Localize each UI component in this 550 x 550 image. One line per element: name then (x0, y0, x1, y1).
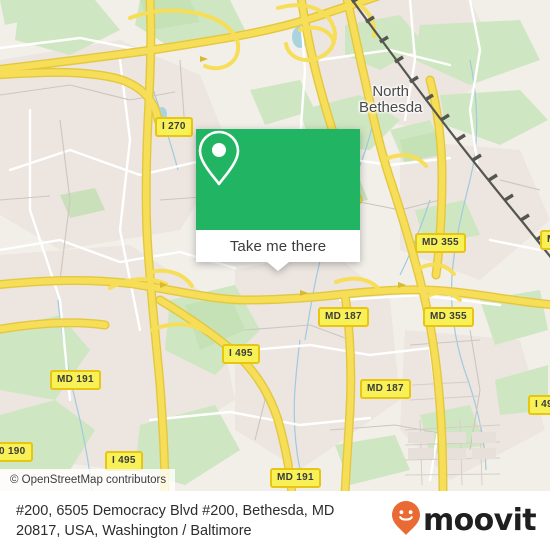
road-shield-md187-upper: MD 187 (318, 307, 369, 327)
destination-popup-card[interactable]: Take me there (196, 129, 360, 271)
moovit-logo[interactable]: moovit (391, 500, 537, 541)
road-shield-md355-north: MD 355 (415, 233, 466, 253)
screenshot-root: I 270 MD 355 MD 187 MD 355 I 495 MD 191 … (0, 0, 550, 550)
road-shield-i495-right-clipped: I 49 (528, 395, 550, 415)
road-shield-md355-mid: MD 355 (423, 307, 474, 327)
map-canvas[interactable]: I 270 MD 355 MD 187 MD 355 I 495 MD 191 … (0, 0, 550, 491)
road-shield-i495-upper: I 495 (222, 344, 260, 364)
popup-icon-area (196, 129, 360, 230)
road-shield-md-right-clipped: M (540, 230, 550, 250)
address-line-2: 20817, USA, Washington / Baltimore (16, 522, 252, 539)
place-label-line2: Bethesda (359, 99, 423, 116)
map-attribution-bar: © OpenStreetMap contributors (0, 469, 176, 491)
road-shield-md190-clipped: 0 190 (0, 442, 33, 462)
moovit-wordmark: moovit (422, 502, 537, 538)
place-label-line1: North (372, 83, 410, 100)
address-text: #200, 6505 Democracy Blvd #200, Bethesda… (16, 501, 334, 541)
road-shield-md191-left: MD 191 (50, 370, 101, 390)
road-shield-i495-lower: I 495 (105, 451, 143, 471)
popup-action-area[interactable]: Take me there (196, 230, 360, 262)
take-me-there-label: Take me there (229, 237, 327, 255)
road-shield-md187-lower: MD 187 (360, 379, 411, 399)
place-label-north-bethesda: North Bethesda (359, 84, 422, 116)
attribution-text: © OpenStreetMap contributors (10, 474, 167, 486)
road-shield-i270: I 270 (155, 117, 193, 137)
footer-bar: #200, 6505 Democracy Blvd #200, Bethesda… (0, 491, 550, 550)
moovit-smiley-pin-icon (391, 500, 421, 541)
popup-pointer-tail (267, 262, 289, 271)
address-line-1: #200, 6505 Democracy Blvd #200, Bethesda… (16, 502, 335, 519)
road-shield-md191-bottom: MD 191 (270, 468, 321, 488)
